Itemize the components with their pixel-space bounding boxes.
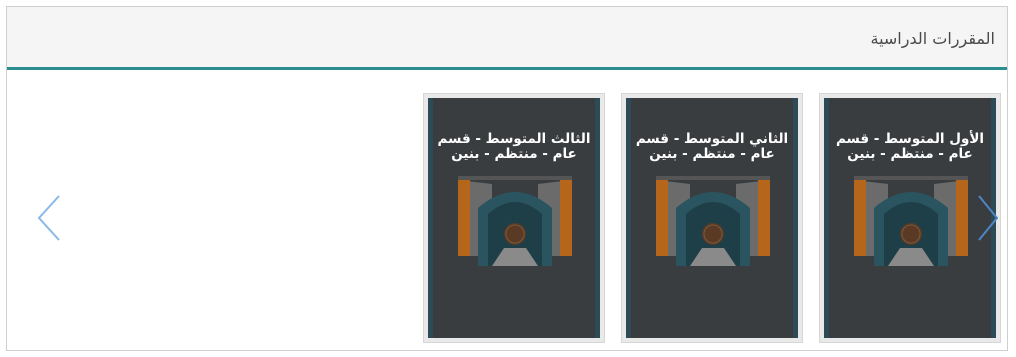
chevron-left-icon[interactable] [35, 193, 65, 243]
course-card[interactable]: الثاني المتوسط - قسم عام - منتظم - بنين [621, 93, 803, 343]
course-card[interactable]: الأول المتوسط - قسم عام - منتظم - بنين [819, 93, 1001, 343]
chevron-right-icon[interactable] [975, 193, 1001, 243]
course-card-cover: الثاني المتوسط - قسم عام - منتظم - بنين [626, 98, 798, 338]
course-title[interactable]: الثاني المتوسط - قسم عام - منتظم - بنين [634, 132, 790, 162]
course-card-cover: الثالث المتوسط - قسم عام - منتظم - بنين [428, 98, 600, 338]
panel-header: المقررات الدراسية [7, 7, 1007, 70]
course-card-cover: الأول المتوسط - قسم عام - منتظم - بنين [824, 98, 996, 338]
course-title[interactable]: الأول المتوسط - قسم عام - منتظم - بنين [832, 132, 988, 162]
course-title[interactable]: الثالث المتوسط - قسم عام - منتظم - بنين [436, 132, 592, 162]
panel-title: المقررات الدراسية [870, 29, 995, 48]
courses-panel: المقررات الدراسية الثالث المتوسط - قسم ع… [6, 6, 1008, 351]
course-card[interactable]: الثالث المتوسط - قسم عام - منتظم - بنين [423, 93, 605, 343]
